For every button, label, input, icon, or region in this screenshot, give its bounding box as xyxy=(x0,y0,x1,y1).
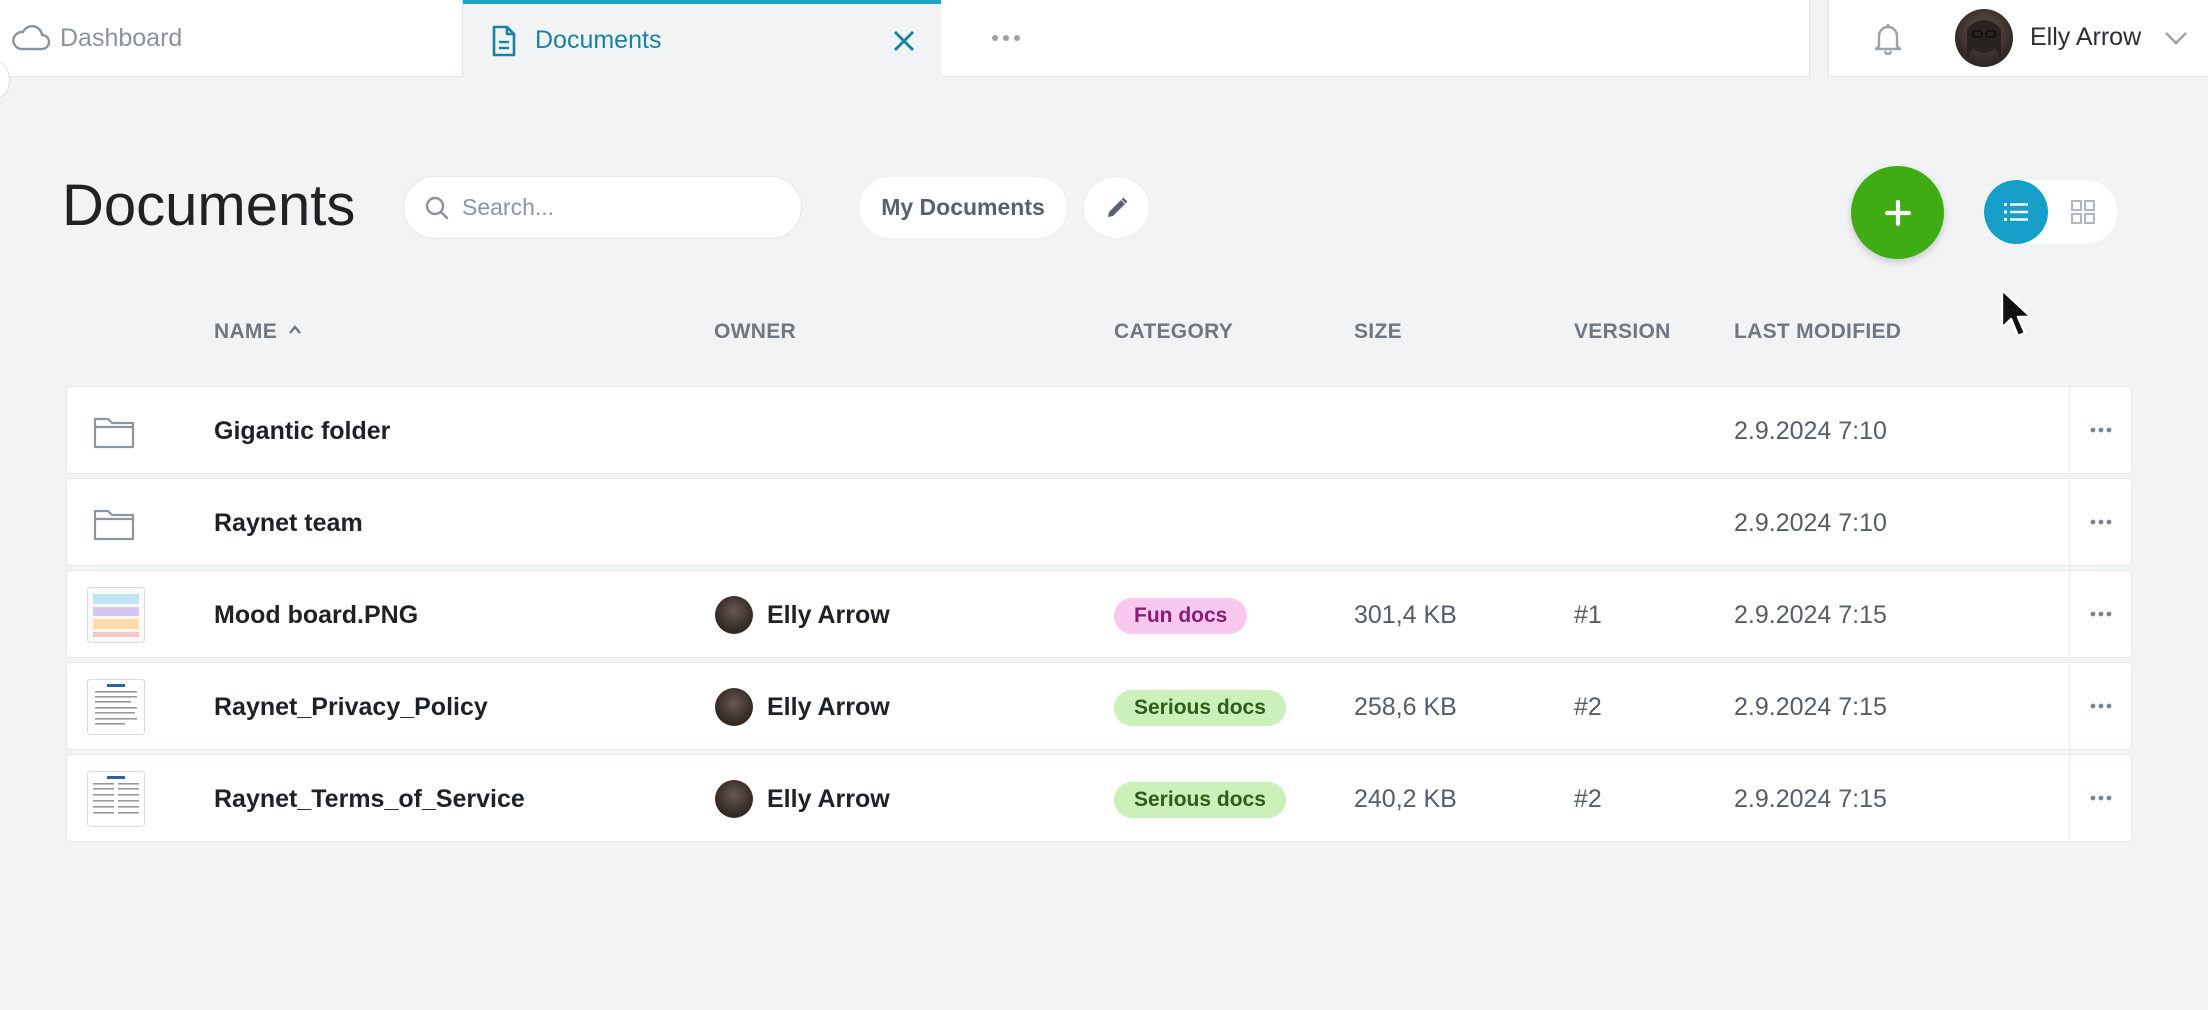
table-row[interactable]: Raynet team 2.9.2024 7:10 xyxy=(66,478,2132,566)
document-icon xyxy=(491,25,517,57)
row-more-button[interactable] xyxy=(2069,387,2131,473)
avatar xyxy=(715,596,753,634)
file-thumbnail-image xyxy=(87,679,145,735)
add-document-button[interactable] xyxy=(1851,166,1944,259)
row-more-button[interactable] xyxy=(2069,663,2131,749)
edit-filter-button[interactable] xyxy=(1083,176,1150,239)
row-name[interactable]: Raynet_Privacy_Policy xyxy=(214,693,488,722)
grid-view-button[interactable] xyxy=(2048,180,2117,244)
close-icon[interactable] xyxy=(887,24,921,58)
folder-icon xyxy=(93,417,135,449)
row-last-modified: 2.9.2024 7:10 xyxy=(1734,509,1887,537)
user-name[interactable]: Elly Arrow xyxy=(2030,23,2141,52)
row-more-button[interactable] xyxy=(2069,571,2131,657)
column-header-category[interactable]: CATEGORY xyxy=(1114,320,1233,344)
row-owner: Elly Arrow xyxy=(715,688,890,726)
bell-icon[interactable] xyxy=(1868,18,1908,58)
category-badge: Fun docs xyxy=(1114,598,1248,634)
row-size: 301,4 KB xyxy=(1354,601,1457,629)
row-size: 240,2 KB xyxy=(1354,785,1457,813)
row-name[interactable]: Gigantic folder xyxy=(214,417,390,446)
tab-documents[interactable]: Documents xyxy=(463,0,941,77)
row-name[interactable]: Mood board.PNG xyxy=(214,601,418,630)
list-icon xyxy=(2004,203,2028,221)
more-horizontal-icon xyxy=(992,35,1020,41)
row-last-modified: 2.9.2024 7:15 xyxy=(1734,601,1887,629)
tab-documents-label: Documents xyxy=(535,26,662,54)
more-horizontal-icon xyxy=(2090,795,2111,801)
file-thumbnail-image xyxy=(87,771,145,827)
search-input[interactable] xyxy=(462,194,782,221)
pencil-icon xyxy=(1107,197,1127,217)
avatar xyxy=(715,780,753,818)
plus-icon xyxy=(1884,199,1911,226)
mouse-cursor-icon xyxy=(2000,288,2033,338)
row-version: #2 xyxy=(1574,693,1602,721)
column-header-version[interactable]: VERSION xyxy=(1574,320,1671,344)
row-last-modified: 2.9.2024 7:15 xyxy=(1734,785,1887,813)
avatar xyxy=(715,688,753,726)
table-row[interactable]: Raynet_Terms_of_Service Elly Arrow Serio… xyxy=(66,754,2132,842)
more-horizontal-icon xyxy=(2090,703,2111,709)
category-badge: Serious docs xyxy=(1114,782,1286,818)
avatar[interactable] xyxy=(1955,9,2013,67)
tab-more-button[interactable] xyxy=(941,0,1810,77)
tab-dashboard[interactable]: Dashboard xyxy=(0,0,463,77)
row-owner: Elly Arrow xyxy=(715,780,890,818)
owner-name: Elly Arrow xyxy=(767,692,890,721)
tab-dashboard-label: Dashboard xyxy=(60,23,183,52)
column-header-name-label: NAME xyxy=(214,320,278,343)
page-title: Documents xyxy=(62,173,356,238)
sort-ascending-icon xyxy=(289,325,302,334)
top-bar: Dashboard Documents Elly Arrow xyxy=(0,0,2208,77)
column-header-size[interactable]: SIZE xyxy=(1354,320,1402,344)
row-last-modified: 2.9.2024 7:15 xyxy=(1734,693,1887,721)
row-name[interactable]: Raynet_Terms_of_Service xyxy=(214,785,525,814)
grid-icon xyxy=(2070,200,2095,224)
folder-icon xyxy=(93,509,135,541)
cloud-icon xyxy=(12,25,51,51)
more-horizontal-icon xyxy=(2090,611,2111,617)
table-row[interactable]: Gigantic folder 2.9.2024 7:10 xyxy=(66,386,2132,474)
more-horizontal-icon xyxy=(2090,519,2111,525)
row-size: 258,6 KB xyxy=(1354,693,1457,721)
row-more-button[interactable] xyxy=(2069,479,2131,565)
file-thumbnail-image xyxy=(87,587,145,643)
search-box[interactable] xyxy=(403,176,802,239)
category-badge: Serious docs xyxy=(1114,690,1286,726)
column-header-owner[interactable]: OWNER xyxy=(714,320,796,344)
view-toggle xyxy=(1984,180,2117,244)
row-name[interactable]: Raynet team xyxy=(214,509,363,538)
my-documents-filter-button[interactable]: My Documents xyxy=(858,176,1068,239)
row-version: #2 xyxy=(1574,785,1602,813)
column-header-name[interactable]: NAME xyxy=(214,320,303,344)
search-icon xyxy=(425,196,449,219)
row-version: #1 xyxy=(1574,601,1602,629)
row-more-button[interactable] xyxy=(2069,755,2131,841)
list-view-button[interactable] xyxy=(1984,180,2048,244)
table-row[interactable]: Mood board.PNG Elly Arrow Fun docs 301,4… xyxy=(66,570,2132,658)
owner-name: Elly Arrow xyxy=(767,784,890,813)
chevron-down-icon[interactable] xyxy=(2160,22,2192,54)
owner-name: Elly Arrow xyxy=(767,600,890,629)
table-row[interactable]: Raynet_Privacy_Policy Elly Arrow Serious… xyxy=(66,662,2132,750)
more-horizontal-icon xyxy=(2090,427,2111,433)
column-header-last-modified[interactable]: LAST MODIFIED xyxy=(1734,320,1901,344)
row-owner: Elly Arrow xyxy=(715,596,890,634)
row-last-modified: 2.9.2024 7:10 xyxy=(1734,417,1887,445)
